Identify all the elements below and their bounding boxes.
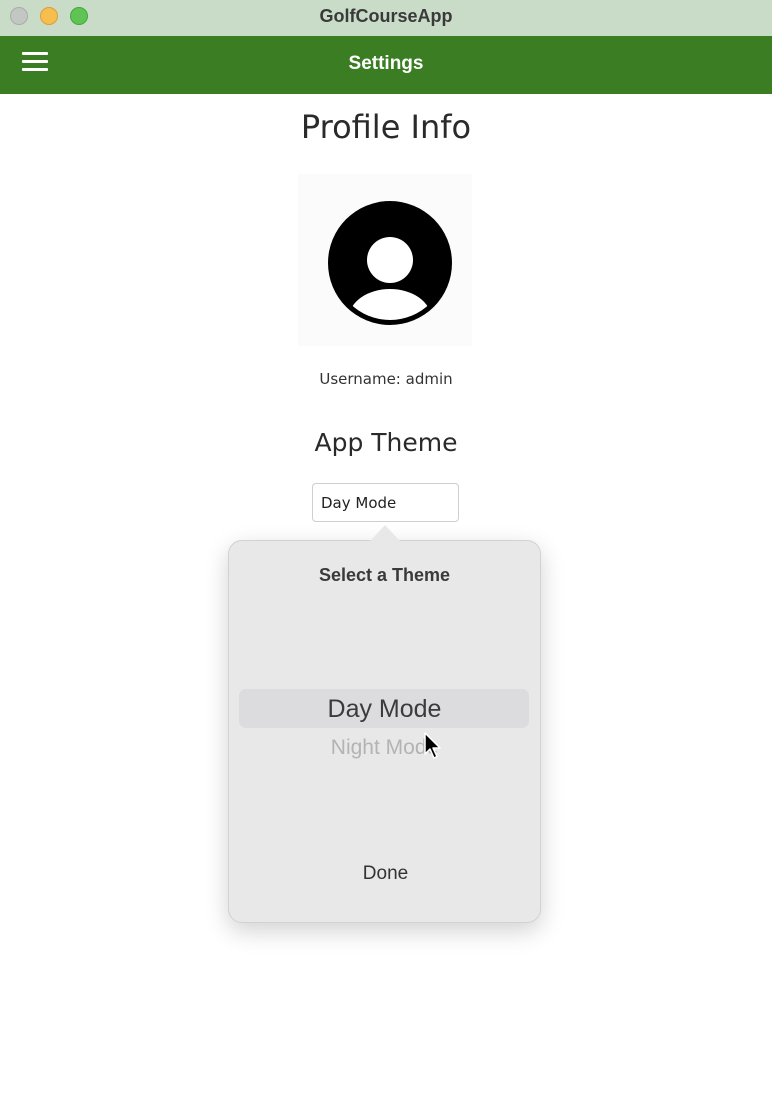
picker-option-night-mode[interactable]: Night Mode — [229, 736, 540, 760]
app-theme-heading: App Theme — [314, 428, 458, 457]
popover-arrow — [370, 525, 400, 541]
popover-title: Select a Theme — [318, 565, 451, 585]
title-bar: GolfCourseApp — [0, 0, 772, 37]
profile-info-heading: Profile Info — [300, 108, 472, 146]
app-header: Settings — [0, 36, 772, 94]
avatar-container — [298, 174, 472, 346]
window-title: GolfCourseApp — [319, 6, 453, 26]
done-button[interactable]: Done — [329, 863, 442, 893]
app-window: GolfCourseApp Settings Profile Info User… — [0, 0, 772, 1110]
user-avatar-icon — [328, 201, 452, 325]
picker-option-day-mode[interactable]: Day Mode — [229, 695, 540, 724]
mouse-pointer-icon — [424, 732, 441, 759]
page-title: Settings — [348, 53, 424, 74]
username-label: Username: admin — [319, 370, 453, 388]
theme-select-field[interactable]: Day Mode — [312, 483, 459, 522]
theme-picker-popover: Select a Theme Day Mode Night Mode Done — [228, 540, 541, 923]
